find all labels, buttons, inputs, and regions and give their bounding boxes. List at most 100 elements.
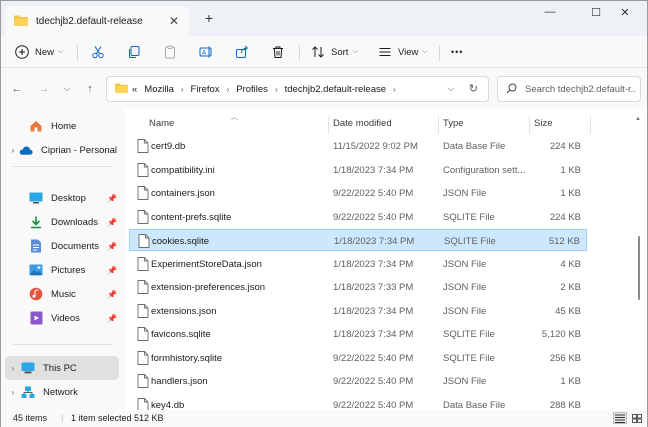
file-row[interactable]: containers.json 9/22/2022 5:40 PM JSON Fil… [129, 182, 587, 204]
file-name: handlers.json [151, 376, 208, 387]
more-options-button[interactable]: ••• [451, 42, 463, 62]
column-divider[interactable] [438, 116, 439, 134]
sidebar-item-downloads[interactable]: Downloads 📌 [5, 211, 119, 233]
chevron-right-icon[interactable]: › [275, 85, 278, 94]
file-row[interactable]: favicons.sqlite 1/18/2023 7:34 PM SQLITE F… [129, 323, 587, 345]
file-size: 1 KB [560, 188, 581, 199]
cut-button[interactable] [91, 42, 105, 62]
file-size: 5,120 KB [541, 329, 581, 340]
column-type[interactable]: Type [443, 118, 464, 129]
sidebar-divider [13, 166, 113, 167]
file-name: compatibility.ini [151, 164, 215, 176]
new-button[interactable]: New ⌵ [15, 42, 63, 62]
file-type: SQLITE File [443, 329, 495, 340]
close-tab-icon[interactable]: ✕ [167, 14, 181, 28]
recent-locations-chevron-icon[interactable]: ⌵ [59, 82, 75, 96]
share-button[interactable] [235, 42, 249, 62]
address-dropdown-icon[interactable]: ⌵ [448, 84, 454, 94]
file-size: 256 KB [549, 352, 581, 364]
chevron-right-icon[interactable]: › [181, 85, 184, 94]
plus-circle-icon [15, 45, 29, 59]
chevron-right-icon[interactable]: › [393, 85, 396, 94]
sidebar-item-desktop[interactable]: Desktop 📌 [5, 187, 119, 209]
copy-button[interactable] [127, 42, 141, 62]
file-type: Data Base File [443, 399, 506, 411]
up-arrow-icon[interactable]: ↑ [82, 82, 98, 96]
breadcrumb-mozilla[interactable]: Mozilla [144, 84, 174, 95]
file-name: ExperimentStoreData.json [151, 258, 262, 270]
file-date-modified: 9/22/2022 5:40 PM [333, 399, 414, 411]
scroll-up-icon[interactable]: ▲ [635, 116, 641, 122]
file-row[interactable]: formhistory.sqlite 9/22/2022 5:40 PM SQLIT… [129, 347, 587, 369]
file-row[interactable]: compatibility.ini 1/18/2023 7:34 PM Config… [129, 159, 587, 181]
file-type: JSON File [443, 305, 487, 317]
scrollbar-thumb[interactable] [638, 236, 640, 300]
file-row[interactable]: cookies.sqlite 1/18/2023 7:34 PM SQLITE Fi… [129, 229, 587, 251]
breadcrumb-profiles[interactable]: Profiles [236, 84, 268, 95]
view-button[interactable]: View ⌵ [378, 42, 428, 62]
command-bar: New ⌵ A Sort ⌵ View ⌵ ••• [1, 36, 647, 68]
tiles-view-button[interactable] [630, 412, 644, 424]
delete-button[interactable] [271, 42, 285, 62]
file-date-modified: 9/22/2022 5:40 PM [333, 352, 414, 364]
file-size: 1 KB [560, 164, 581, 176]
file-size: 45 KB [555, 305, 581, 317]
close-window-button[interactable]: ✕ [603, 1, 647, 23]
back-arrow-icon[interactable]: ← [9, 82, 25, 96]
view-label: View [398, 46, 419, 58]
file-row[interactable]: extensions.json 1/18/2023 7:34 PM JSON Fil… [129, 300, 587, 322]
breadcrumb-overflow[interactable]: « [132, 84, 137, 95]
sidebar-item-music[interactable]: Music 📌 [5, 283, 119, 305]
sidebar-item-pictures[interactable]: Pictures 📌 [5, 259, 119, 281]
rename-icon: A [199, 45, 213, 59]
paste-icon [163, 45, 177, 59]
column-divider[interactable] [529, 116, 530, 134]
chevron-right-icon[interactable]: › [7, 388, 19, 397]
sidebar-item-home[interactable]: Home [5, 115, 119, 137]
vertical-scrollbar[interactable]: ▲ [635, 116, 641, 408]
details-view-button[interactable] [613, 412, 627, 424]
file-type: SQLITE File [444, 236, 496, 247]
breadcrumb-firefox[interactable]: Firefox [191, 84, 220, 95]
address-bar[interactable]: « Mozilla › Firefox › Profiles › tdechjb… [106, 76, 489, 102]
sidebar-item-onedrive[interactable]: › Ciprian - Personal [5, 139, 119, 161]
file-size: 512 KB [548, 236, 580, 247]
active-tab[interactable]: tdechjb2.default-release ✕ [5, 6, 189, 36]
file-row[interactable]: cert9.db 11/15/2022 9:02 PM Data Base File… [129, 135, 587, 157]
chevron-down-icon: ⌵ [422, 48, 428, 55]
svg-text:A: A [202, 50, 207, 57]
chevron-right-icon[interactable]: › [227, 85, 230, 94]
search-box[interactable]: Search tdechjb2.default-r... [497, 76, 641, 102]
file-icon [137, 350, 149, 365]
file-row[interactable]: extension-preferences.json 1/18/2023 7:33… [129, 276, 587, 298]
paste-button[interactable] [163, 42, 177, 62]
sidebar-item-videos[interactable]: Videos 📌 [5, 307, 119, 329]
breadcrumb-current-folder[interactable]: tdechjb2.default-release [285, 84, 386, 95]
column-name[interactable]: Name [149, 118, 174, 129]
chevron-right-icon[interactable]: › [7, 146, 19, 155]
rename-button[interactable]: A [199, 42, 213, 62]
forward-arrow-icon[interactable]: → [36, 82, 52, 96]
file-name: extensions.json [151, 305, 217, 317]
minimize-button[interactable]: — [527, 1, 573, 23]
file-row[interactable]: handlers.json 9/22/2022 5:40 PM JSON File 1… [129, 370, 587, 392]
column-divider[interactable] [328, 116, 329, 134]
column-date-modified[interactable]: Date modified [333, 118, 392, 129]
column-size[interactable]: Size [534, 118, 552, 129]
file-row[interactable]: ExperimentStoreData.json 1/18/2023 7:34 P… [129, 253, 587, 275]
sidebar-item-this-pc[interactable]: › This PC [5, 356, 119, 380]
file-row[interactable]: content-prefs.sqlite 9/22/2022 5:40 PM SQL… [129, 206, 587, 228]
pin-icon: 📌 [107, 241, 117, 251]
details-view-icon [615, 414, 625, 423]
file-icon [137, 327, 149, 341]
sidebar-item-network[interactable]: › Network [5, 381, 119, 403]
refresh-icon[interactable]: ↻ [469, 82, 478, 95]
videos-icon [29, 311, 43, 325]
sidebar-item-documents[interactable]: Documents 📌 [5, 235, 119, 257]
column-divider[interactable] [590, 116, 591, 134]
chevron-right-icon[interactable]: › [7, 364, 19, 373]
file-type: Data Base File [443, 141, 506, 152]
new-tab-button[interactable]: + [201, 10, 217, 26]
sort-button[interactable]: Sort ⌵ [311, 42, 358, 62]
file-size: 2 KB [560, 282, 581, 293]
